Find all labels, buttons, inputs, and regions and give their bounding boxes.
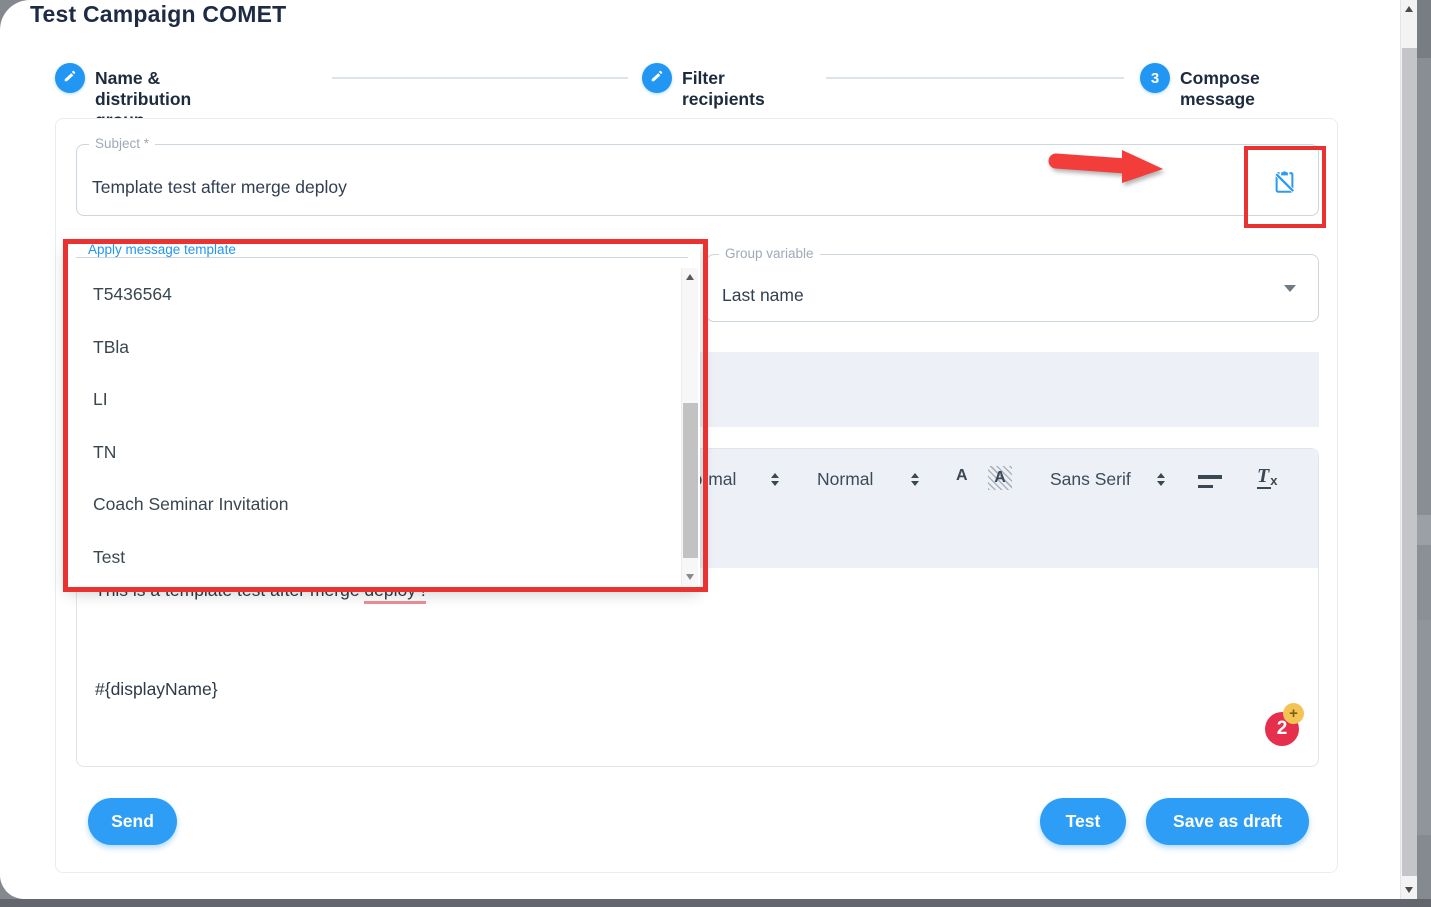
screen: Test Campaign COMET Name & distribution … (0, 0, 1431, 907)
annotation-box-icon (1244, 146, 1326, 228)
step-1-circle[interactable] (55, 63, 85, 93)
group-variable-value: Last name (722, 285, 804, 306)
add-badge-icon[interactable]: + (1283, 703, 1304, 724)
scrollbar-thumb[interactable] (1402, 48, 1417, 876)
editor-variable-line[interactable]: #{displayName} (95, 679, 218, 700)
subject-input[interactable]: Template test after merge deploy (92, 177, 347, 198)
select-arrows-icon[interactable] (911, 473, 919, 486)
scroll-up-icon[interactable] (1405, 6, 1413, 12)
font-family-select[interactable]: Sans Serif (1050, 469, 1131, 490)
step-2-label[interactable]: Filter recipients (682, 68, 765, 110)
step-3-number: 3 (1151, 70, 1159, 87)
text-color-icon[interactable]: A (956, 467, 968, 485)
step-3-label[interactable]: Compose message (1180, 68, 1260, 110)
background-color-icon[interactable]: A (988, 466, 1012, 490)
page-bottom-edge (0, 899, 1431, 907)
test-button[interactable]: Test (1040, 798, 1126, 845)
select-arrows-icon[interactable] (1157, 473, 1165, 486)
page-title: Test Campaign COMET (30, 1, 286, 28)
step-3-circle[interactable]: 3 (1140, 63, 1170, 93)
chevron-down-icon[interactable] (1284, 285, 1296, 292)
clear-format-icon[interactable]: Tx (1257, 465, 1278, 488)
align-icon[interactable] (1198, 475, 1222, 488)
pencil-icon (63, 69, 77, 87)
annotation-arrow (1042, 144, 1172, 194)
step-connector (826, 77, 1124, 79)
size-style-select[interactable]: Normal (817, 469, 873, 490)
send-button[interactable]: Send (88, 798, 177, 845)
window-scrollbar[interactable] (1400, 0, 1417, 899)
pencil-icon (650, 69, 664, 87)
group-variable-label: Group variable (719, 246, 820, 261)
save-as-draft-button[interactable]: Save as draft (1146, 798, 1309, 845)
select-arrows-icon[interactable] (771, 473, 779, 486)
page-edge (1417, 0, 1431, 899)
annotation-box-dropdown (63, 239, 708, 592)
step-connector (332, 77, 628, 79)
scroll-down-icon[interactable] (1405, 887, 1413, 893)
group-variable-field[interactable]: Group variable Last name (706, 254, 1319, 322)
subject-label: Subject * (89, 136, 155, 151)
step-2-circle[interactable] (642, 63, 672, 93)
